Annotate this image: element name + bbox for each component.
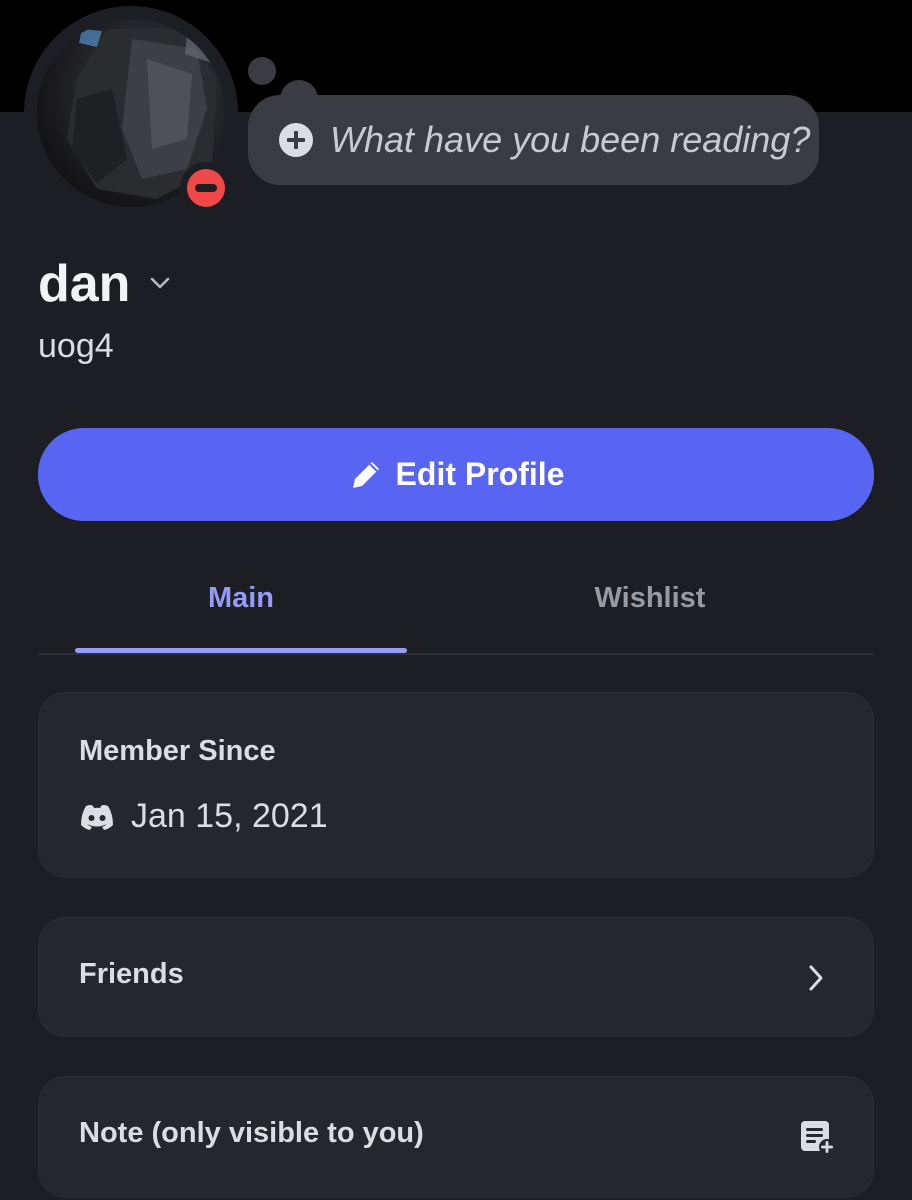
custom-status-bubble[interactable]: What have you been reading? (248, 95, 819, 185)
chevron-right-icon (809, 965, 823, 991)
status-placeholder: What have you been reading? (330, 119, 811, 160)
note-title: Note (only visible to you) (79, 1117, 424, 1149)
edit-profile-button[interactable]: Edit Profile (38, 428, 874, 521)
tab-main[interactable]: Main (75, 578, 407, 618)
profile-screen: What have you been reading? dan uog4 Edi… (0, 0, 912, 1200)
friends-row[interactable]: Friends (38, 917, 874, 1037)
edit-profile-label: Edit Profile (395, 456, 565, 492)
do-not-disturb-icon (187, 169, 225, 207)
tab-divider (38, 653, 874, 655)
note-row[interactable]: Note (only visible to you) (38, 1076, 874, 1198)
discord-icon (81, 804, 113, 830)
add-note-icon[interactable] (799, 1119, 835, 1155)
thought-bubble-small (248, 57, 276, 85)
chevron-down-icon[interactable] (147, 270, 173, 296)
friends-title: Friends (79, 958, 184, 990)
tab-wishlist[interactable]: Wishlist (484, 578, 816, 618)
member-since-row: Jan 15, 2021 (79, 797, 328, 836)
member-since-date: Jan 15, 2021 (131, 797, 328, 835)
member-since-title: Member Since (79, 735, 276, 767)
username: uog4 (38, 327, 114, 365)
member-since-card: Member Since Jan 15, 2021 (38, 692, 874, 878)
pencil-icon (352, 461, 379, 488)
display-name[interactable]: dan (38, 254, 130, 314)
plus-circle-icon (279, 123, 313, 157)
